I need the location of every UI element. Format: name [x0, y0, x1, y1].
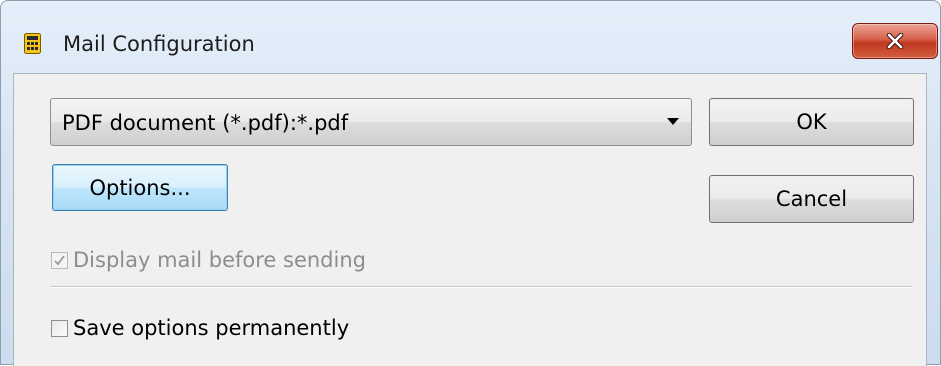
dialog-content: PDF document (*.pdf):*.pdf OK Options...…: [13, 73, 927, 366]
display-mail-checkbox: [51, 251, 68, 269]
options-button[interactable]: Options...: [52, 164, 228, 211]
save-options-checkbox-row[interactable]: Save options permanently: [51, 316, 349, 340]
format-dropdown[interactable]: PDF document (*.pdf):*.pdf: [50, 98, 692, 146]
cancel-button[interactable]: Cancel: [709, 175, 914, 223]
checkmark-icon: [54, 254, 65, 265]
save-options-label[interactable]: Save options permanently: [73, 316, 349, 340]
window-title: Mail Configuration: [63, 32, 255, 56]
title-bar[interactable]: Mail Configuration: [1, 1, 940, 71]
format-dropdown-value: PDF document (*.pdf):*.pdf: [62, 111, 349, 135]
save-options-checkbox[interactable]: [51, 319, 68, 337]
ok-button[interactable]: OK: [709, 98, 914, 146]
divider: [50, 286, 912, 288]
display-mail-checkbox-row: Display mail before sending: [51, 248, 366, 272]
mail-configuration-dialog: Mail Configuration PDF document (*.pdf):…: [0, 0, 941, 366]
close-icon: [886, 33, 904, 49]
display-mail-label: Display mail before sending: [73, 248, 366, 272]
close-button[interactable]: [852, 23, 938, 59]
calculator-icon: [24, 33, 41, 54]
dropdown-arrow-icon: [667, 118, 679, 125]
